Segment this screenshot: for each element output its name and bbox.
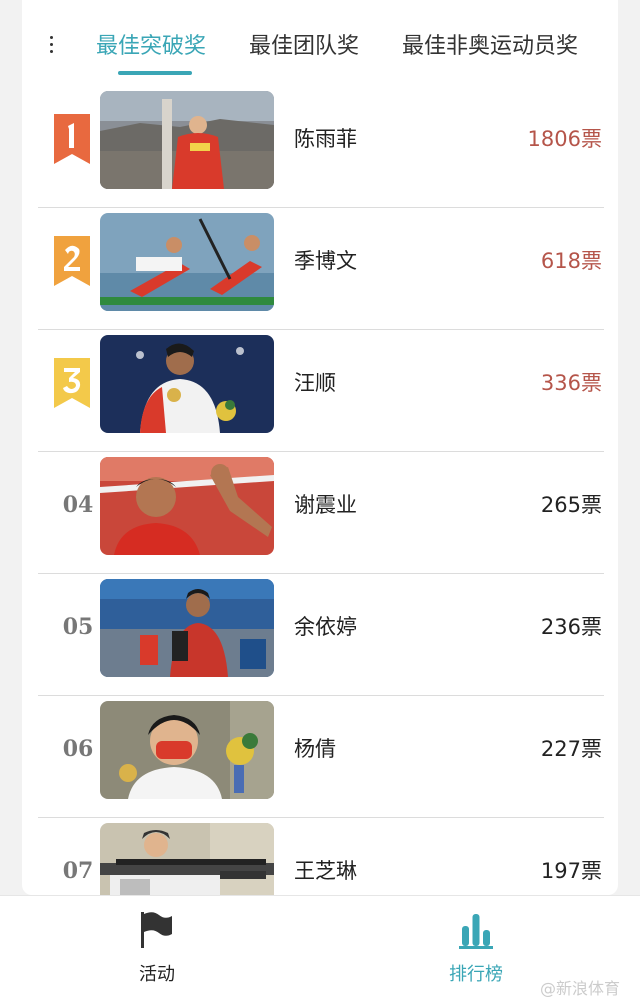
ranking-row[interactable]: 季博文 618票 [38, 208, 604, 330]
rank-3-badge-icon [54, 358, 90, 408]
vote-count: 618票 [540, 249, 602, 273]
nav-label: 排行榜 [449, 964, 503, 985]
tab-best-breakthrough[interactable]: 最佳突破奖 [96, 32, 206, 62]
athlete-name: 季博文 [294, 249, 357, 273]
vote-count: 197票 [540, 859, 602, 883]
vote-count: 265票 [540, 493, 602, 517]
rank-number: 04 [62, 492, 94, 518]
vote-count: 336票 [540, 371, 602, 395]
rank-number: 05 [62, 614, 94, 640]
award-tabs: 最佳突破奖 最佳团队奖 最佳非奥运动员奖 [22, 0, 618, 80]
tab-best-non-olympic[interactable]: 最佳非奥运动员奖 [402, 32, 578, 62]
athlete-name: 汪顺 [294, 371, 336, 395]
awards-card: 最佳突破奖 最佳团队奖 最佳非奥运动员奖 陈雨菲 1806票 季博文 618票 … [22, 0, 618, 895]
athlete-photo [100, 701, 274, 799]
athlete-name: 王芝琳 [294, 859, 357, 883]
athlete-name: 陈雨菲 [294, 127, 357, 151]
nav-leaderboard[interactable]: 排行榜 [416, 910, 536, 985]
rank-1-badge-icon [54, 114, 90, 164]
nav-label: 活动 [139, 964, 175, 985]
athlete-photo [100, 335, 274, 433]
tab-best-team[interactable]: 最佳团队奖 [249, 32, 359, 62]
ranking-row[interactable]: 07 王芝琳 197票 [38, 818, 604, 895]
athlete-name: 谢震业 [294, 493, 357, 517]
ranking-row[interactable]: 05 余依婷 236票 [38, 574, 604, 696]
athlete-photo [100, 823, 274, 895]
athlete-photo [100, 579, 274, 677]
bar-chart-icon [459, 914, 493, 949]
athlete-name: 余依婷 [294, 615, 357, 639]
nav-activities[interactable]: 活动 [97, 910, 217, 985]
rank-number: 06 [62, 736, 94, 762]
athlete-photo [100, 457, 274, 555]
vote-count: 236票 [540, 615, 602, 639]
flag-icon [141, 912, 172, 948]
more-icon[interactable] [48, 36, 54, 60]
vote-count: 227票 [540, 737, 602, 761]
ranking-row[interactable]: 04 谢震业 265票 [38, 452, 604, 574]
rank-number: 07 [62, 858, 94, 884]
rank-2-badge-icon [54, 236, 90, 286]
active-tab-indicator [118, 71, 192, 75]
athlete-photo [100, 91, 274, 189]
athlete-photo [100, 213, 274, 311]
ranking-row[interactable]: 汪顺 336票 [38, 330, 604, 452]
ranking-row[interactable]: 06 杨倩 227票 [38, 696, 604, 818]
watermark: @新浪体育 [539, 979, 620, 998]
vote-count: 1806票 [527, 127, 602, 151]
ranking-row[interactable]: 陈雨菲 1806票 [38, 86, 604, 208]
athlete-name: 杨倩 [294, 737, 336, 761]
